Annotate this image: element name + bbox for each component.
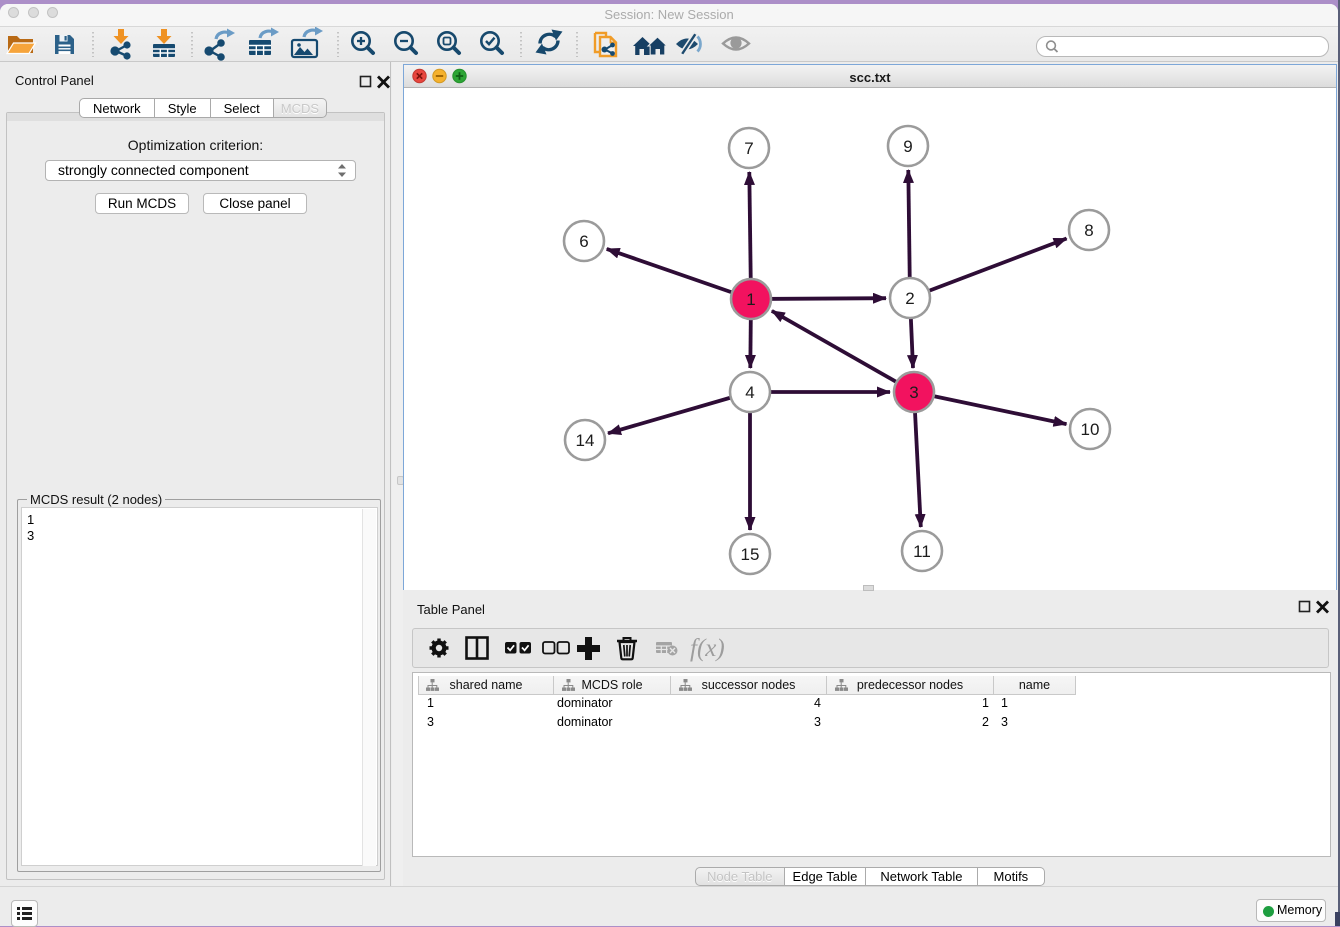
svg-text:14: 14 [576, 431, 595, 450]
svg-text:11: 11 [913, 542, 931, 561]
svg-text:f(x): f(x) [690, 635, 725, 662]
svg-text:15: 15 [741, 545, 760, 564]
svg-text:7: 7 [744, 139, 753, 158]
svg-text:9: 9 [903, 137, 912, 156]
svg-text:2: 2 [905, 289, 914, 308]
svg-text:8: 8 [1084, 221, 1093, 240]
svg-text:3: 3 [909, 383, 918, 402]
svg-text:10: 10 [1081, 420, 1100, 439]
svg-text:6: 6 [579, 232, 588, 251]
svg-text:1: 1 [746, 290, 755, 309]
svg-text:4: 4 [745, 383, 754, 402]
